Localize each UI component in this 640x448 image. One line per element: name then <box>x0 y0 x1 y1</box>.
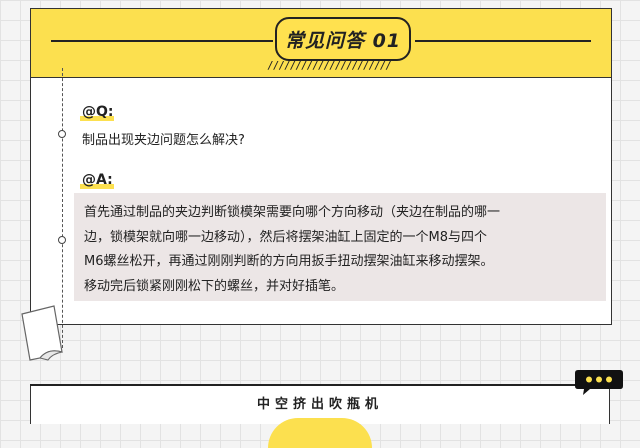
question-text: 制品出现夹边问题怎么解决? <box>82 133 245 148</box>
faq-title: 常见问答 01 <box>284 30 402 52</box>
answer-box: 首先通过制品的夹边判断锁模架需要向哪个方向移动（夹边在制品的哪一 边，锁模架就向… <box>74 193 606 301</box>
answer-line: 首先通过制品的夹边判断锁模架需要向哪个方向移动（夹边在制品的哪一 <box>84 205 501 220</box>
answer-line: 边，锁模架就向哪一边移动），然后将摆架油缸上固定的一个M8与四个 <box>84 229 487 245</box>
header-rule-left <box>51 40 273 42</box>
answer-line: 移动完后锁紧刚刚松下的螺丝，并对好插笔。 <box>84 278 345 294</box>
chat-bubble-icon[interactable] <box>574 368 624 396</box>
footer-yellow-arc <box>268 418 372 448</box>
header-rule-right <box>415 40 591 42</box>
answer-line: M6螺丝松开，再通过刚刚判断的方向用扳手扭动摆架油缸来移动摆架。 <box>84 254 494 269</box>
curled-paper-icon <box>21 305 63 361</box>
question-label: @Q: <box>82 104 114 120</box>
footer-title: 中空挤出吹瓶机 <box>256 397 383 412</box>
faq-title-tab: 常见问答 01 <box>275 17 411 61</box>
timeline-dot-question <box>58 130 66 138</box>
answer-label: @A: <box>82 172 113 188</box>
timeline-dot-answer <box>58 236 66 244</box>
